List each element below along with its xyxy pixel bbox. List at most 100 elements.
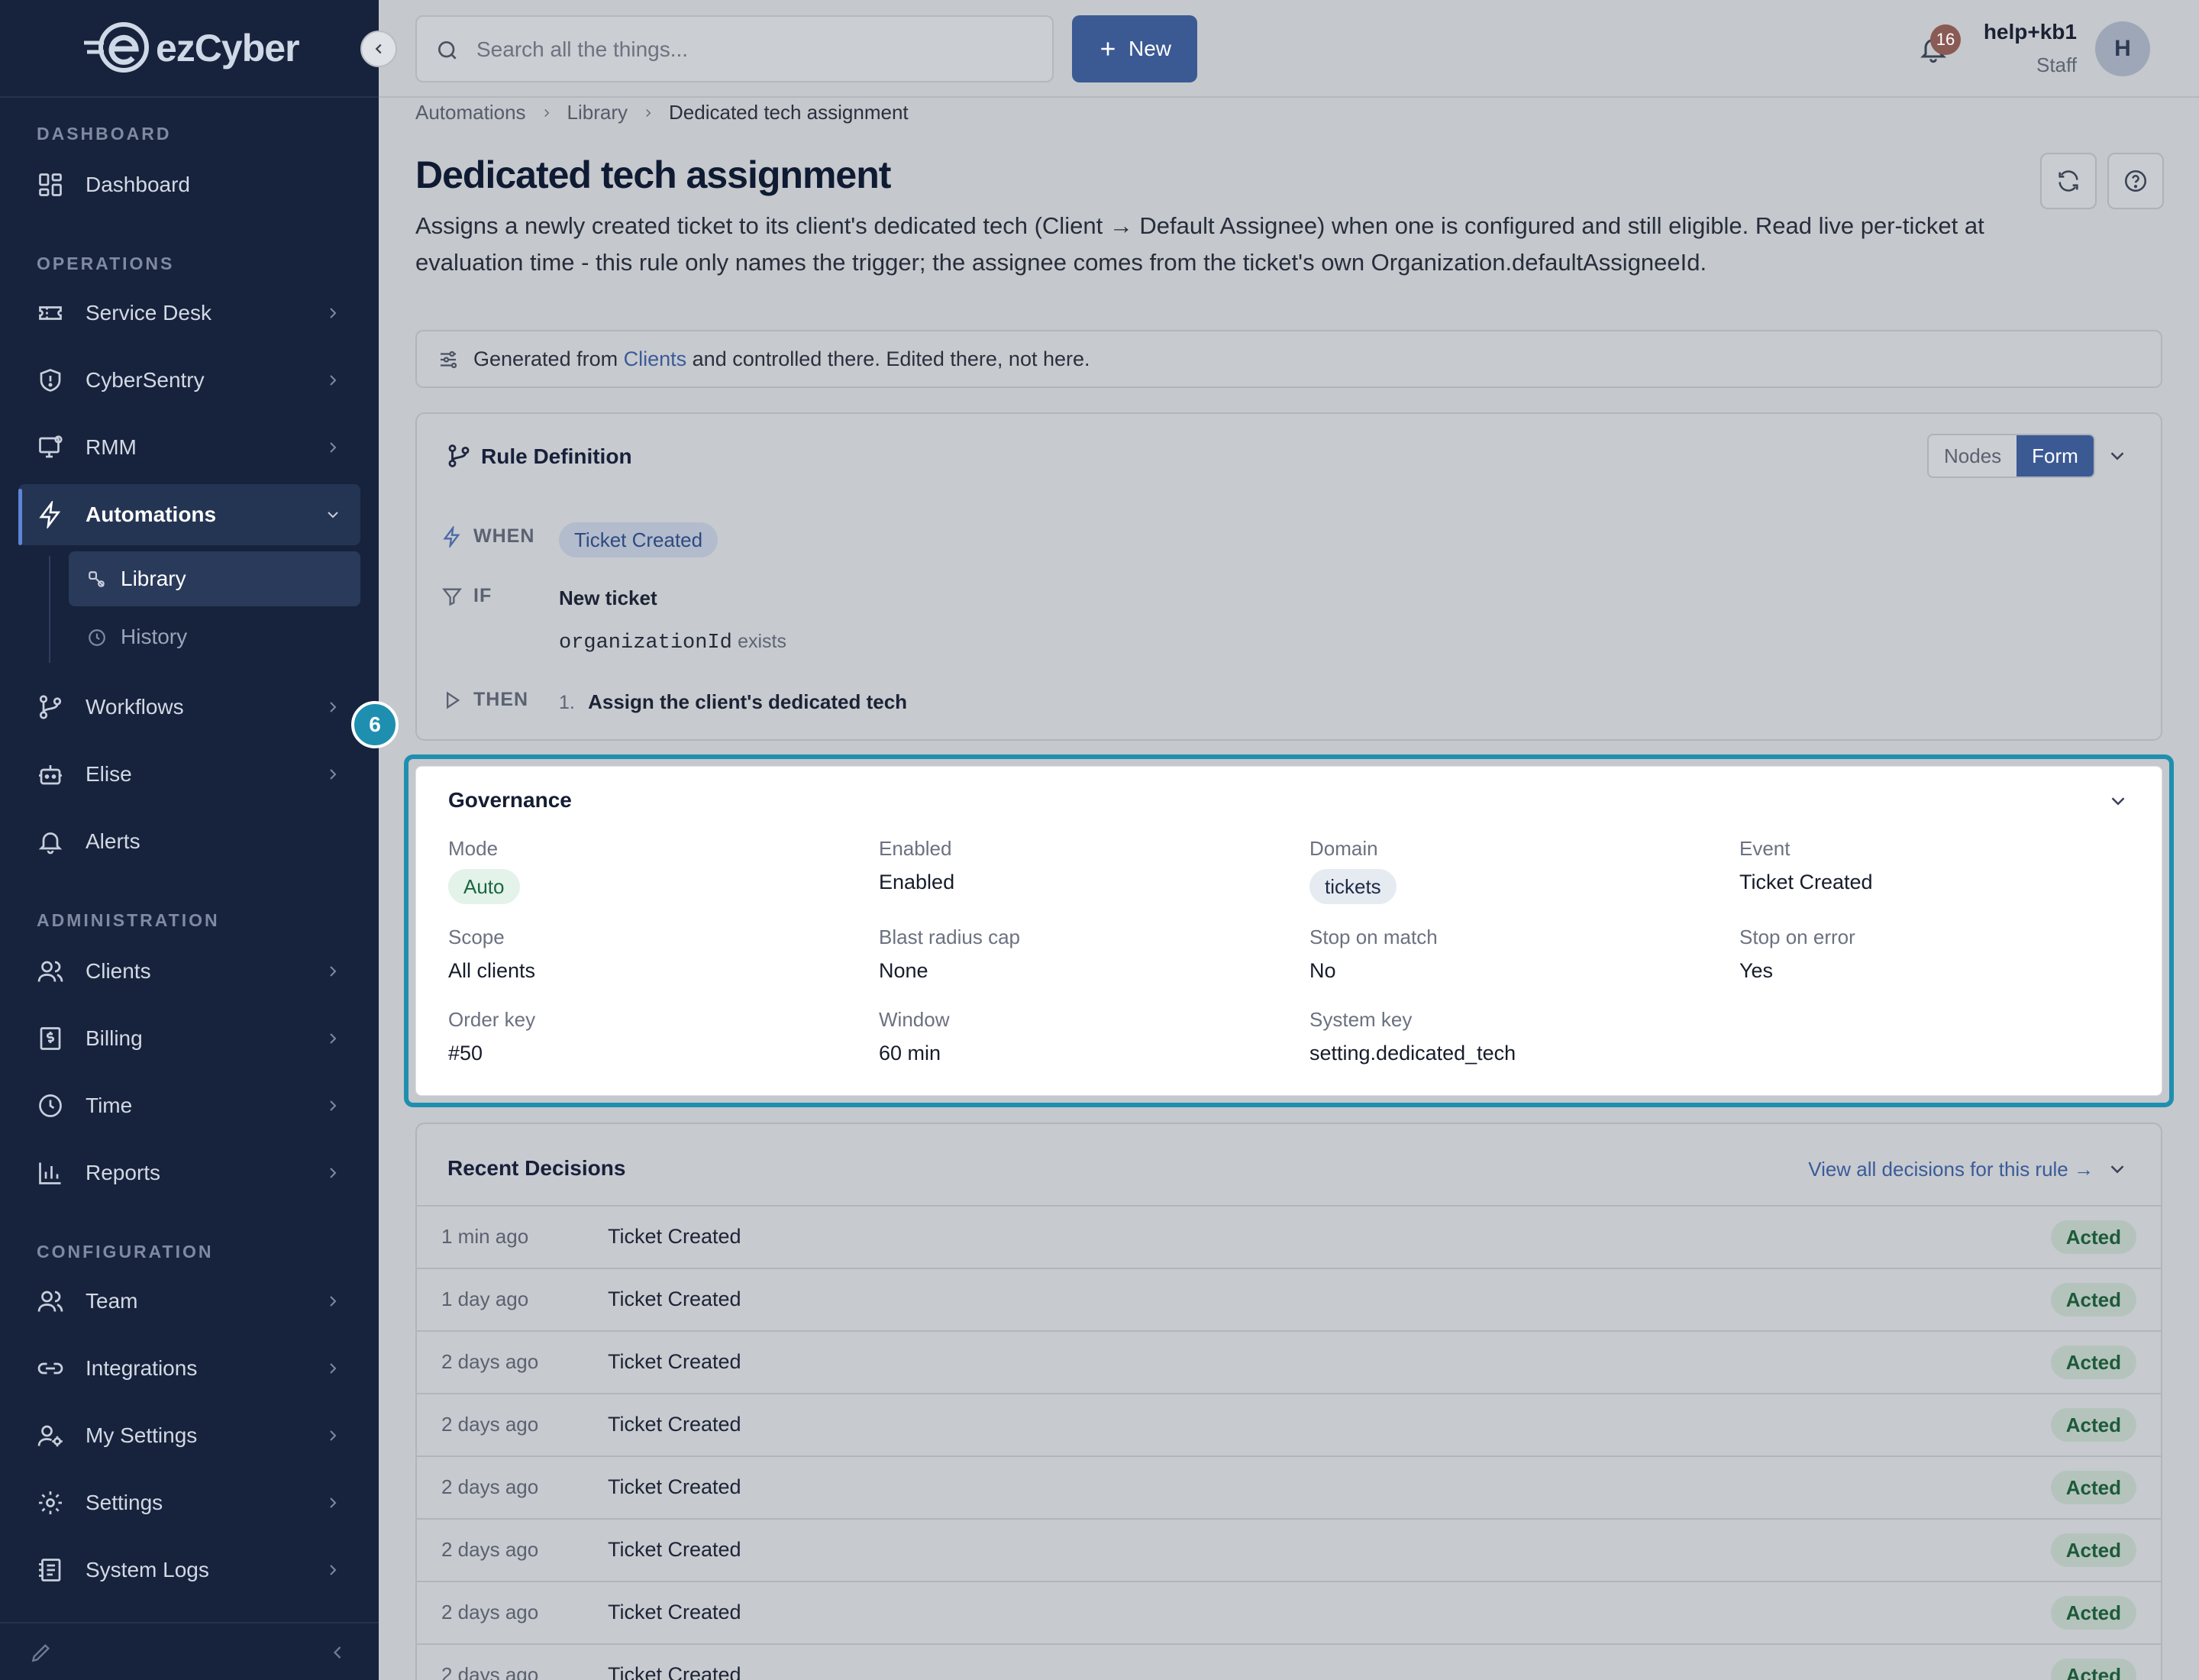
play-icon [447,690,460,709]
status-badge: Acted [2050,1346,2136,1379]
sidebar-item-history[interactable]: History [69,609,360,664]
table-row[interactable]: 2 days ago Ticket Created Acted [417,1330,2161,1393]
sidebar-item-time[interactable]: Time [18,1075,360,1136]
condition-row: organizationId exists [559,629,786,654]
plus-icon [1101,42,1115,56]
table-row[interactable]: 2 days ago Ticket Created Acted [417,1518,2161,1581]
search-input[interactable] [476,31,1026,69]
table-row[interactable]: 2 days ago Ticket Created Acted [417,1643,2161,1680]
sidebar-item-label: System Logs [86,1558,209,1581]
condition-field: organizationId [559,632,732,654]
sidebar-item-label: My Settings [86,1423,198,1447]
order-key-label: Order key [448,1008,536,1031]
user-role: Staff [2036,53,2077,76]
avatar[interactable]: H [2095,21,2150,76]
lightning-icon [39,501,61,528]
event-label: Event [1739,837,1791,860]
lightning-icon [443,525,460,548]
notice-suffix: and controlled there. Edited there, not … [692,347,1090,370]
decision-event: Ticket Created [608,1413,741,1436]
action-text: Assign the client's dedicated tech [588,690,908,713]
logo-area[interactable]: ezCyber [0,0,379,98]
sidebar-item-library[interactable]: Library [69,551,360,606]
sidebar-footer [0,1622,379,1680]
submenu-line [49,556,50,663]
chevron-down-icon[interactable] [2106,1158,2129,1181]
sidebar-collapse-button[interactable] [360,31,397,67]
table-row[interactable]: 2 days ago Ticket Created Acted [417,1581,2161,1643]
sidebar-item-integrations[interactable]: Integrations [18,1338,360,1399]
enabled-value: Enabled [879,871,955,893]
view-nodes-button[interactable]: Nodes [1929,435,2017,477]
view-all-decisions-link[interactable]: View all decisions for this rule → [1808,1158,2094,1181]
search-icon [438,41,457,60]
bar-chart-icon [39,1162,61,1184]
sidebar-item-cybersentry[interactable]: CyberSentry [18,350,360,411]
recent-decisions-card: Recent Decisions View all decisions for … [415,1123,2162,1680]
sidebar-item-automations[interactable]: Automations [18,484,360,545]
edit-icon[interactable] [29,1640,53,1665]
sidebar-item-label: Billing [86,1026,143,1050]
sidebar-item-label: Reports [86,1161,161,1184]
page-description: Assigns a newly created ticket to its cl… [415,212,1984,276]
notice-clients-link[interactable]: Clients [624,347,687,370]
if-label-text: IF [473,585,492,606]
breadcrumb-library[interactable]: Library [567,101,628,124]
chevron-down-icon[interactable] [2106,444,2129,467]
blast-radius-label: Blast radius cap [879,926,1020,948]
help-button[interactable] [2107,153,2164,209]
window-value: 60 min [879,1042,941,1065]
domain-value: tickets [1309,869,1397,904]
link-icon [37,1362,63,1375]
chevron-right-icon [330,702,337,712]
sidebar-item-alerts[interactable]: Alerts [18,811,360,872]
sidebar-item-system-logs[interactable]: System Logs [18,1539,360,1601]
sidebar-item-my-settings[interactable]: My Settings [18,1405,360,1466]
sidebar-item-label: Clients [86,959,151,983]
users-icon [37,961,63,982]
sidebar-item-dashboard[interactable]: Dashboard [18,154,360,215]
stop-on-match-value: No [1309,959,1336,982]
sidebar-item-label: Automations [86,502,217,526]
rule-definition-title: Rule Definition [481,444,632,468]
system-key-label: System key [1309,1008,1413,1031]
table-row[interactable]: 1 min ago Ticket Created Acted [417,1205,2161,1268]
if-label: IF [441,585,492,607]
table-row[interactable]: 2 days ago Ticket Created Acted [417,1455,2161,1518]
sidebar-item-billing[interactable]: Billing [18,1008,360,1069]
page-title: Dedicated tech assignment [415,153,891,196]
sidebar-item-elise[interactable]: Elise [18,744,360,805]
chevron-right-icon [646,108,651,117]
sidebar-item-workflows[interactable]: Workflows [18,677,360,738]
sidebar-item-reports[interactable]: Reports [18,1142,360,1203]
chevron-left-icon[interactable] [327,1642,348,1663]
decision-event: Ticket Created [608,1663,741,1680]
logo-text: ezCyber [156,27,300,69]
recent-decisions-title: Recent Decisions [447,1156,626,1180]
filter-icon [442,588,462,606]
chevron-down-icon[interactable] [2107,790,2130,813]
sidebar-item-rmm[interactable]: RMM [18,417,360,478]
refresh-button[interactable] [2040,153,2097,209]
chevron-right-icon [330,1296,337,1307]
table-row[interactable]: 2 days ago Ticket Created Acted [417,1393,2161,1455]
help-circle-icon [2124,170,2147,192]
domain-label: Domain [1309,837,1378,860]
sidebar-item-settings[interactable]: Settings [18,1472,360,1533]
sidebar: ezCyber DASHBOARD Dashboard OPERATIONS S… [0,0,379,1680]
breadcrumb-automations[interactable]: Automations [415,101,526,124]
new-button[interactable]: New [1072,15,1197,82]
chevron-right-icon [330,1430,337,1441]
table-row[interactable]: 1 day ago Ticket Created Acted [417,1268,2161,1330]
generated-notice: Generated from Clients and controlled th… [415,330,2162,388]
sidebar-item-service-desk[interactable]: Service Desk [18,283,360,344]
status-badge: Acted [2050,1220,2136,1254]
sidebar-item-label: RMM [86,435,137,459]
search-box[interactable] [415,15,1054,82]
action-index: 1. [559,692,575,713]
sidebar-item-clients[interactable]: Clients [18,941,360,1002]
step-marker-badge: 6 [351,701,399,748]
sidebar-item-team[interactable]: Team [18,1271,360,1332]
view-form-button[interactable]: Form [2017,435,2094,477]
notice-text: Generated from Clients and controlled th… [473,347,1090,371]
